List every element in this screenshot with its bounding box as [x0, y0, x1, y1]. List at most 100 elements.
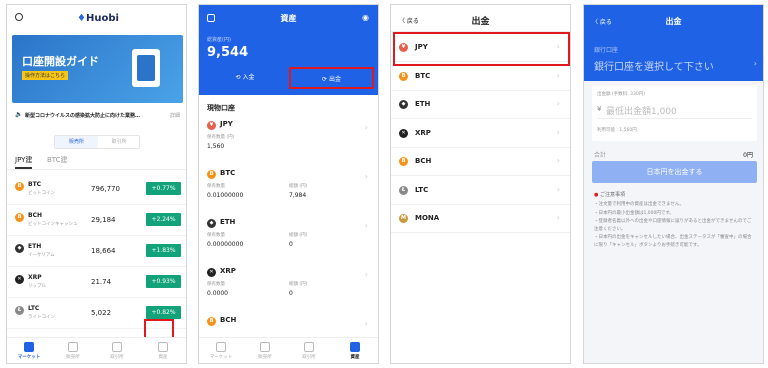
market-row[interactable]: B BTC ビットコイン 796,770 +0.77% — [7, 175, 186, 205]
coin-symbol: ETH — [28, 243, 42, 250]
eye-icon[interactable]: ◉ — [362, 13, 369, 22]
asset-symbol: BCH — [220, 316, 237, 324]
coin-symbol: LTC — [415, 185, 429, 194]
coin-icon: ◆ — [399, 100, 408, 109]
coin-icon: ✕ — [15, 275, 24, 284]
promo-banner[interactable]: 口座開設ガイド 操作方法はこちら — [12, 35, 183, 103]
market-row[interactable]: B BCH ビットコインキャッシュ 29,184 +2.24% — [7, 206, 186, 236]
toggle-exchange[interactable]: 取引所 — [98, 136, 140, 148]
held-label: 保有数量 (円) — [207, 135, 235, 140]
withdraw-jpy-screen: 〈 戻る 出金 銀行口座 銀行口座を選択して下さい › 出金額 (手数料: 33… — [583, 4, 764, 364]
chevron-right-icon: › — [753, 59, 757, 68]
chart-icon — [216, 342, 226, 352]
toggle-sales[interactable]: 販売所 — [55, 136, 98, 148]
chart-icon — [24, 342, 34, 352]
section-title: 現物口座 — [207, 104, 235, 112]
change-badge: +0.93% — [146, 275, 181, 288]
note-item: ・日本円の出金をキャンセルしたい場合、出金ステータスが「審査中」の場合に限り「キ… — [594, 235, 752, 248]
note-item: ・注文量で利用中の資産は出金できません。 — [594, 202, 684, 207]
coin-icon: B — [15, 182, 24, 191]
coin-icon: Ł — [399, 185, 408, 195]
coin-name: ビットコインキャッシュ — [28, 222, 78, 227]
nav-sales[interactable]: 販売所 — [243, 342, 287, 360]
nav-exchange[interactable]: 取引所 — [95, 342, 139, 360]
chevron-right-icon: › — [556, 127, 560, 137]
nav-assets[interactable]: 資産 — [141, 342, 185, 360]
brand-logo: ♦Huobi — [77, 13, 119, 24]
banner-title: 口座開設ガイド — [22, 55, 99, 68]
held-qty: 0.00000000 — [207, 241, 244, 248]
nav-exchange[interactable]: 取引所 — [287, 342, 331, 360]
nav-exchange-label: 取引所 — [302, 355, 316, 360]
coin-price: 796,770 — [91, 185, 120, 193]
nav-market[interactable]: マーケット — [7, 342, 51, 360]
highlight-jpy — [393, 32, 570, 66]
market-row[interactable]: ✕ XRP リップル 21.74 +0.93% — [7, 268, 186, 298]
assets-screen: 資産 ◉ 総資産(円) 9,544 ⟲ 入金 ⟳ 出金 現物口座 ¥ JPY › 保有… — [198, 4, 379, 364]
change-badge: +1.83% — [146, 244, 181, 257]
asset-row[interactable]: ◆ ETH › 保有数量 0.00000000 総額 (円) 0 — [199, 215, 378, 263]
chevron-right-icon: › — [364, 221, 368, 230]
coin-row[interactable]: B BTC › — [391, 63, 570, 91]
total-label: 合計 — [594, 152, 607, 159]
coin-icon: ◆ — [15, 244, 24, 253]
chevron-right-icon: › — [556, 70, 560, 80]
coin-name: リップル — [28, 284, 46, 289]
value-label: 総額 (円) — [289, 233, 308, 238]
coin-icon: ✕ — [207, 268, 216, 277]
page-title: 出金 — [665, 17, 682, 26]
asset-row[interactable]: ✕ XRP › 保有数量 0.0000 総額 (円) 0 — [199, 264, 378, 312]
coin-price: 5,022 — [91, 309, 112, 317]
submit-withdraw-button[interactable]: 日本円を出金する — [592, 161, 757, 183]
coin-symbol: MONA — [415, 214, 440, 222]
coin-price: 21.74 — [91, 278, 112, 286]
coin-symbol: LTC — [28, 305, 40, 312]
amount-input[interactable]: ¥ 最低出金額1,000 — [597, 103, 752, 119]
deposit-button[interactable]: ⟲ 入金 — [205, 67, 285, 89]
coin-name: ライトコイン — [28, 315, 55, 320]
bank-select[interactable]: 銀行口座を選択して下さい — [594, 58, 714, 73]
nav-assets[interactable]: 資産 — [333, 342, 377, 360]
sales-icon — [68, 342, 78, 352]
banner-subtitle: 操作方法はこちら — [22, 71, 69, 80]
held-label: 保有数量 — [207, 184, 225, 189]
coin-row[interactable]: M MONA › — [391, 205, 570, 233]
change-badge: +0.82% — [146, 306, 181, 319]
coin-row[interactable]: ✕ XRP › — [391, 120, 570, 148]
nav-sales[interactable]: 販売所 — [51, 342, 95, 360]
book-illustration — [132, 49, 160, 87]
held-label: 保有数量 — [207, 282, 225, 287]
chevron-right-icon: › — [556, 99, 560, 108]
notes-title: ご注意事項 — [599, 192, 625, 198]
coin-icon: ✕ — [399, 128, 408, 138]
withdraw-button[interactable]: ⟳ 出金 — [289, 67, 374, 89]
coin-row[interactable]: ◆ ETH › — [391, 91, 570, 119]
sales-icon — [260, 342, 270, 352]
user-icon[interactable] — [15, 13, 23, 21]
coin-icon: B — [15, 213, 24, 222]
amount-placeholder: 最低出金額1,000 — [606, 107, 677, 117]
coin-symbol: BCH — [415, 157, 432, 165]
chevron-right-icon: › — [364, 270, 368, 279]
coin-symbol: XRP — [415, 128, 431, 137]
market-row[interactable]: ◆ ETH イーサリアム 18,664 +1.83% — [7, 237, 186, 267]
coin-row[interactable]: B BCH › — [391, 148, 570, 176]
note-item: ・登録者名義以外への出金や口座情報に誤りがあると出金ができませんのでご注意くださ… — [594, 219, 752, 232]
asset-row[interactable]: B BTC › 保有数量 0.01000000 総額 (円) 7,984 — [199, 166, 378, 214]
coin-row[interactable]: Ł LTC › — [391, 177, 570, 205]
available-text: 利用可能 : 1,560円 — [597, 128, 637, 133]
coin-icon: M — [399, 214, 408, 223]
tab-btc[interactable]: BTC建 — [47, 155, 68, 165]
coin-name: ビットコイン — [28, 191, 55, 196]
total-value: 9,544 — [207, 45, 249, 60]
bank-label: 銀行口座 — [594, 47, 619, 54]
nav-market[interactable]: マーケット — [199, 342, 243, 360]
asset-row[interactable]: ¥ JPY › 保有数量 (円) 1,560 — [199, 117, 378, 165]
wallet-icon — [350, 342, 360, 352]
notice-more-link[interactable]: 詳細 — [170, 112, 180, 119]
tab-jpy[interactable]: JPY建 — [15, 155, 33, 169]
coin-icon: ◆ — [207, 219, 216, 228]
speaker-icon: 🔈 — [15, 111, 23, 118]
chevron-right-icon: › — [364, 172, 368, 181]
value-label: 総額 (円) — [289, 184, 308, 189]
